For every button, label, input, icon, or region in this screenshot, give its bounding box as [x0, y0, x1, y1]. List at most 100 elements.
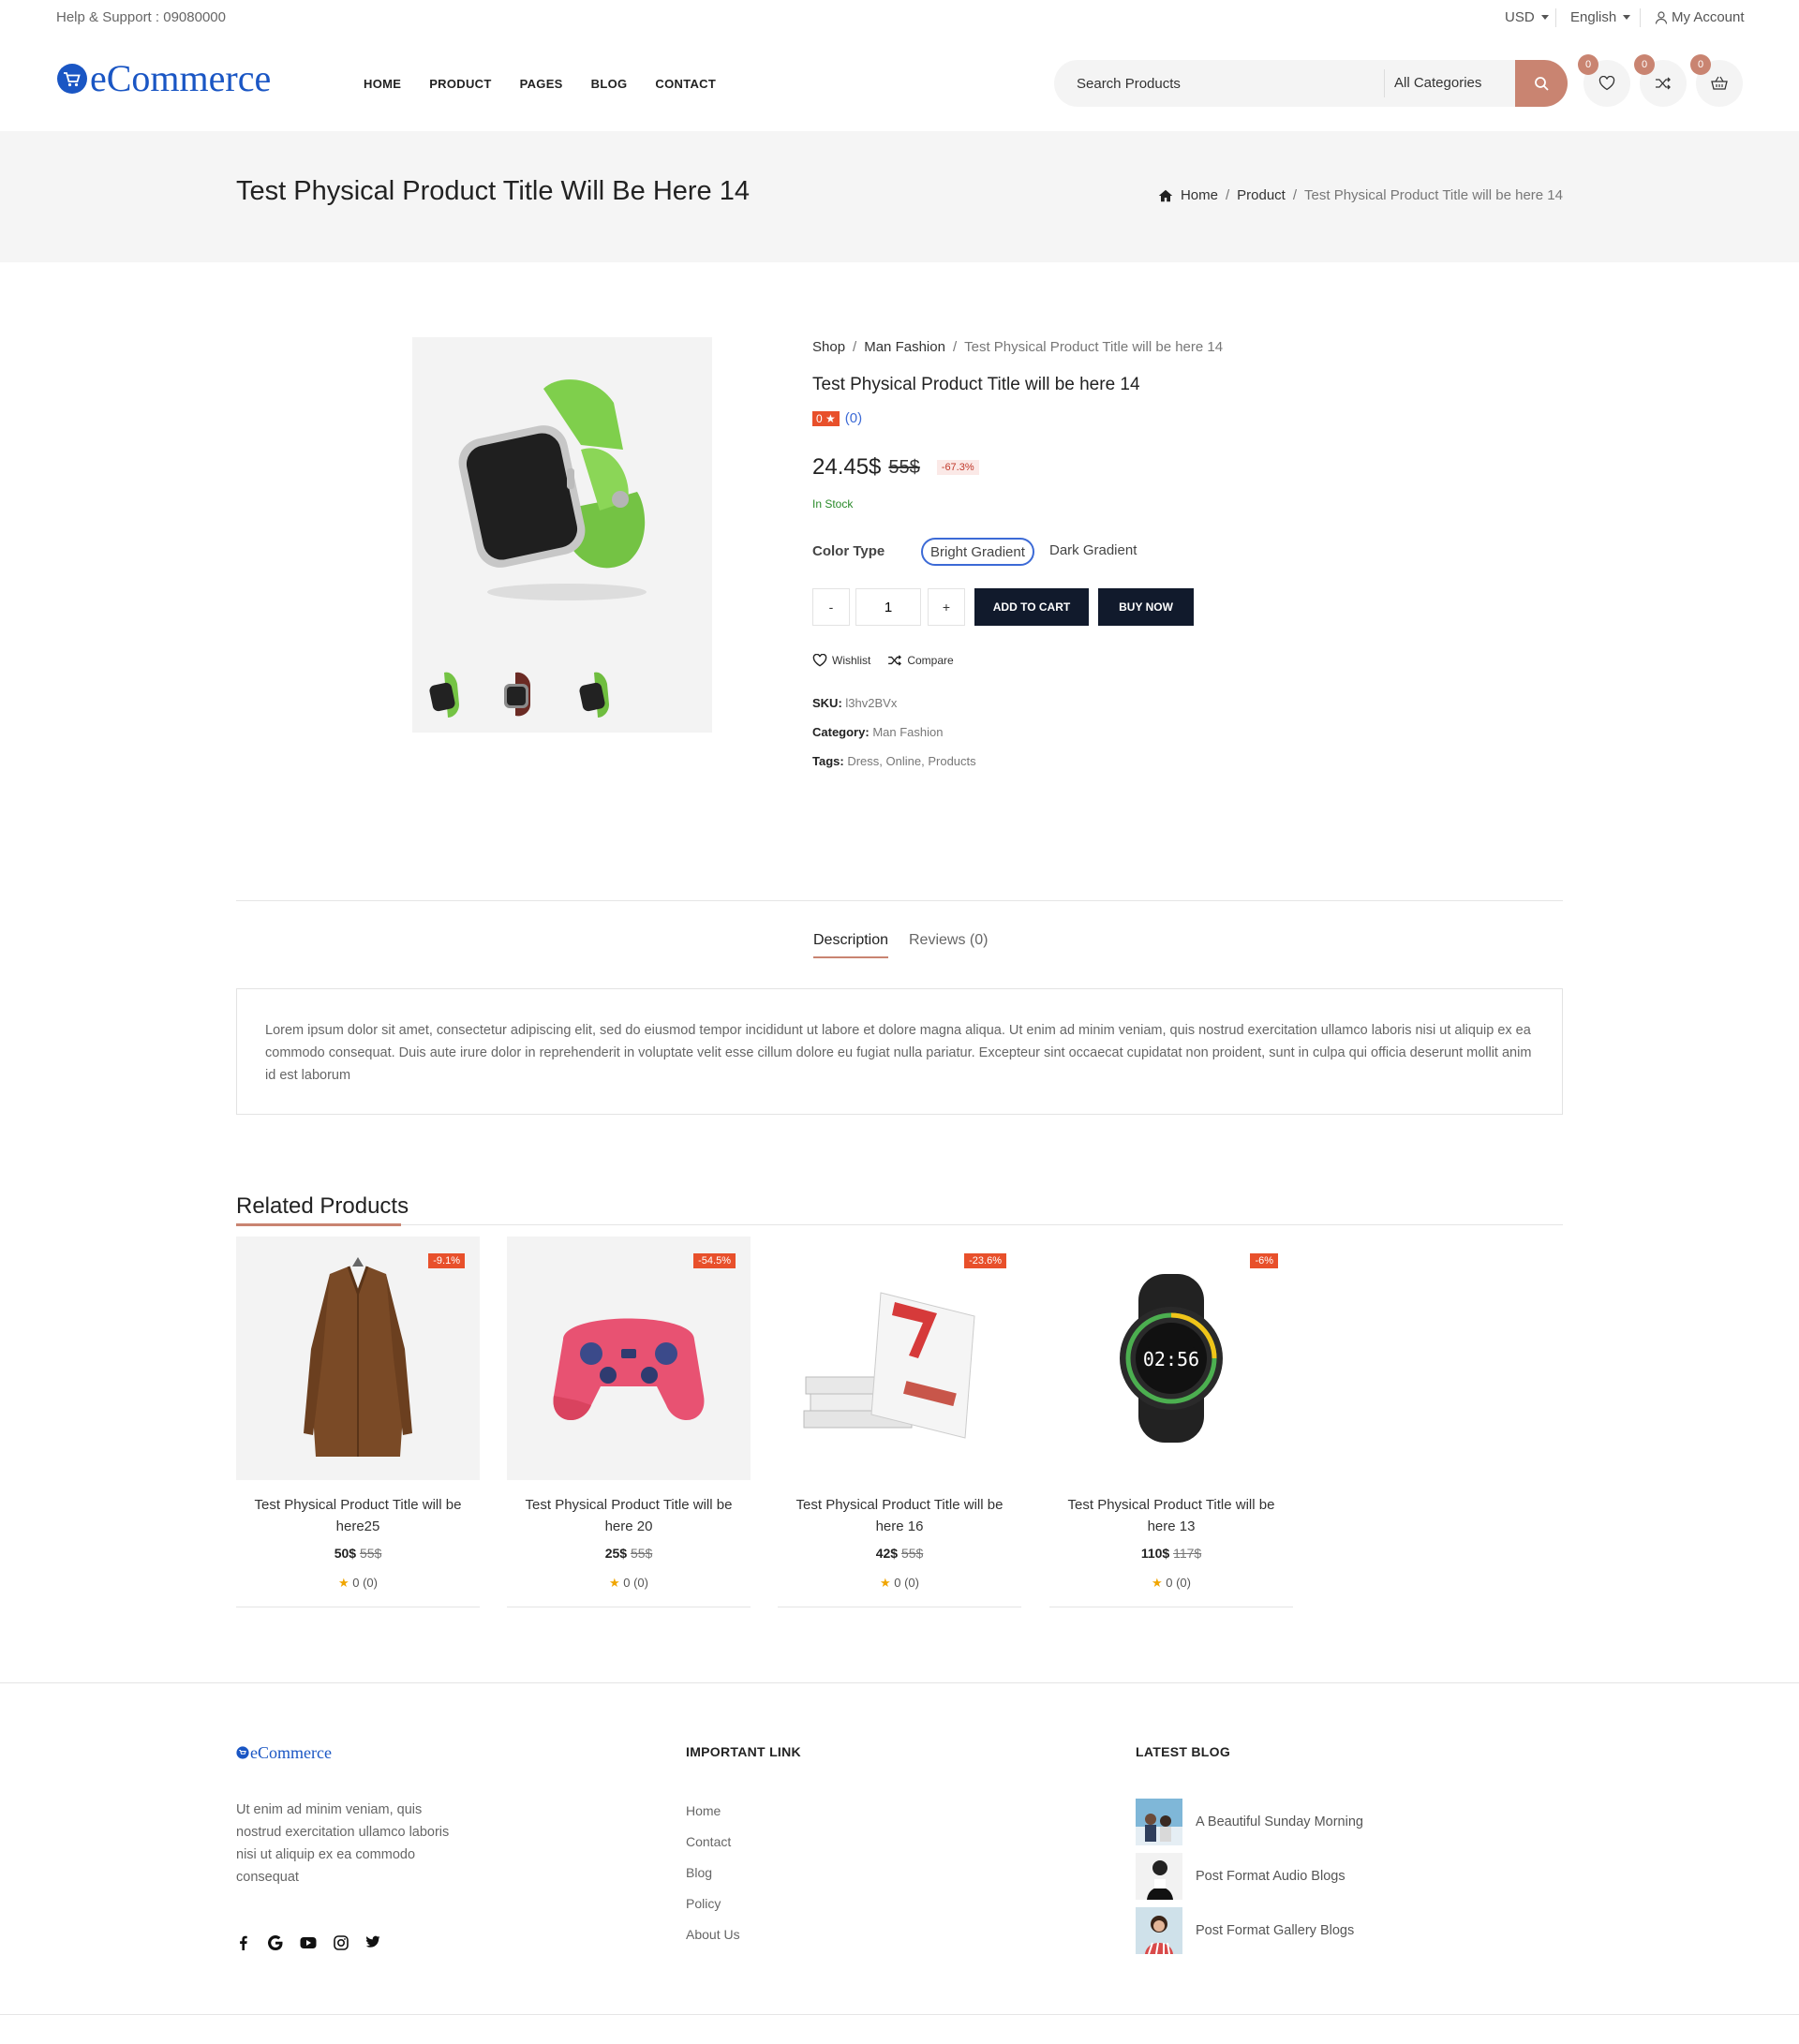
footer-link-blog[interactable]: Blog	[686, 1865, 740, 1880]
blog-item[interactable]: Post Format Gallery Blogs	[1136, 1907, 1354, 1954]
discount-badge: -9.1%	[428, 1253, 465, 1268]
thumbnail-3[interactable]	[562, 667, 630, 723]
footer-link-home[interactable]: Home	[686, 1803, 740, 1818]
description-text: Lorem ipsum dolor sit amet, consectetur …	[265, 1023, 1532, 1083]
search-input[interactable]	[1077, 60, 1386, 107]
rating-count[interactable]: (0)	[845, 410, 862, 426]
rating-value: 0 (0)	[1166, 1576, 1191, 1590]
add-to-cart-button[interactable]: ADD TO CART	[974, 588, 1089, 626]
home-icon	[1158, 189, 1173, 201]
tag-link[interactable]: Online	[886, 754, 922, 768]
qty-increase-button[interactable]: +	[928, 588, 965, 626]
gamepad-image	[553, 1318, 705, 1421]
product-card-title[interactable]: Test Physical Product Title will be here…	[244, 1494, 472, 1537]
product-card-image[interactable]: -23.6%	[778, 1237, 1021, 1480]
footer-link-contact[interactable]: Contact	[686, 1834, 740, 1849]
cart-logo-icon	[57, 64, 87, 94]
tag-link[interactable]: Dress	[847, 754, 879, 768]
footer-logo[interactable]: eCommerce	[236, 1744, 332, 1761]
search-button[interactable]	[1515, 60, 1568, 107]
product-card-title[interactable]: Test Physical Product Title will be here…	[1057, 1494, 1286, 1537]
footer-link-policy[interactable]: Policy	[686, 1896, 740, 1911]
language-selector[interactable]: English	[1570, 9, 1631, 25]
nav-contact[interactable]: CONTACT	[655, 77, 716, 91]
blog-title: Post Format Gallery Blogs	[1196, 1923, 1355, 1938]
product-card-price: 42$ 55$	[778, 1546, 1021, 1561]
cart-button[interactable]: 0	[1690, 54, 1743, 107]
sku-label: SKU:	[812, 696, 842, 710]
current-price: 24.45$	[812, 454, 882, 480]
product-breadcrumb-shop[interactable]: Shop	[812, 339, 845, 355]
nav-blog[interactable]: BLOG	[591, 77, 628, 91]
divider	[1640, 8, 1641, 27]
wishlist-button[interactable]: 0	[1578, 54, 1630, 107]
search-category-select[interactable]: All Categories	[1384, 69, 1481, 97]
product-card-image[interactable]: -9.1%	[236, 1237, 480, 1480]
buy-now-button[interactable]: BUY NOW	[1098, 588, 1194, 626]
color-option-dark-gradient[interactable]: Dark Gradient	[1042, 538, 1144, 566]
main-nav: HOME PRODUCT PAGES BLOG CONTACT	[364, 77, 716, 91]
compare-link[interactable]: Compare	[887, 654, 954, 667]
star-icon: ★	[1151, 1576, 1163, 1590]
old-price-value: 55$	[900, 1546, 924, 1561]
product-card-rating: ★ 0 (0)	[507, 1576, 751, 1591]
product-card-image[interactable]: -54.5%	[507, 1237, 751, 1480]
thumbnail-1[interactable]	[412, 667, 480, 723]
thumbnail-2[interactable]	[487, 667, 555, 723]
tags-label: Tags:	[812, 754, 844, 768]
color-option-bright-gradient[interactable]: Bright Gradient	[921, 538, 1034, 566]
product-card-title[interactable]: Test Physical Product Title will be here…	[785, 1494, 1014, 1537]
old-price-value: 117$	[1173, 1546, 1202, 1561]
product-card[interactable]: -23.6% Test Physical Product Title will …	[778, 1237, 1021, 1607]
tag-link[interactable]: Products	[928, 754, 975, 768]
basket-icon	[1711, 76, 1728, 90]
product-breadcrumb-category[interactable]: Man Fashion	[864, 339, 945, 355]
product-card-image[interactable]: 02:56 -6%	[1049, 1237, 1293, 1480]
qty-decrease-button[interactable]: -	[812, 588, 850, 626]
product-card-title[interactable]: Test Physical Product Title will be here…	[514, 1494, 743, 1537]
qty-input[interactable]	[855, 588, 921, 626]
product-card[interactable]: -9.1% Test Physical Product Title will b…	[236, 1237, 480, 1607]
category-link[interactable]: Man Fashion	[872, 725, 943, 739]
footer-link-about[interactable]: About Us	[686, 1927, 740, 1942]
breadcrumb-product[interactable]: Product	[1237, 187, 1286, 203]
currency-selector[interactable]: USD	[1505, 9, 1549, 25]
nav-product[interactable]: PRODUCT	[429, 77, 491, 91]
product-category: Category: Man Fashion	[812, 725, 943, 739]
nav-pages[interactable]: PAGES	[520, 77, 563, 91]
my-account-link[interactable]: My Account	[1655, 9, 1745, 25]
help-support-text: Help & Support : 09080000	[56, 9, 226, 25]
product-card-price: 110$ 117$	[1049, 1546, 1293, 1561]
product-card[interactable]: 02:56 -6% Test Physical Product Title wi…	[1049, 1237, 1293, 1607]
my-account-label: My Account	[1672, 9, 1745, 25]
site-logo[interactable]: eCommerce	[56, 60, 271, 97]
product-card[interactable]: -54.5% Test Physical Product Title will …	[507, 1237, 751, 1607]
blog-title: A Beautiful Sunday Morning	[1196, 1814, 1363, 1829]
product-card-rating: ★ 0 (0)	[778, 1576, 1021, 1591]
search-bar: All Categories	[1054, 60, 1568, 107]
product-breadcrumb: Shop / Man Fashion / Test Physical Produ…	[812, 339, 1223, 355]
nav-home[interactable]: HOME	[364, 77, 401, 91]
tab-reviews[interactable]: Reviews (0)	[909, 932, 988, 949]
twitter-icon[interactable]	[365, 1935, 380, 1948]
blog-item[interactable]: A Beautiful Sunday Morning	[1136, 1799, 1363, 1845]
compare-button[interactable]: 0	[1634, 54, 1687, 107]
wishlist-link[interactable]: Wishlist	[812, 654, 870, 667]
youtube-icon[interactable]	[300, 1935, 317, 1950]
stock-status: In Stock	[812, 497, 854, 511]
product-main-image[interactable]	[412, 337, 712, 637]
product-rating: 0 ★ (0)	[812, 410, 862, 426]
product-breadcrumb-current: Test Physical Product Title will be here…	[964, 339, 1224, 355]
language-label: English	[1570, 9, 1617, 25]
product-card-price: 25$ 55$	[507, 1546, 751, 1561]
facebook-icon[interactable]	[236, 1935, 251, 1950]
tab-description[interactable]: Description	[813, 932, 889, 958]
blog-photo-audio	[1136, 1853, 1182, 1900]
breadcrumb-home[interactable]: Home	[1181, 187, 1218, 203]
blog-item[interactable]: Post Format Audio Blogs	[1136, 1853, 1346, 1900]
google-icon[interactable]	[268, 1935, 283, 1950]
shuffle-icon	[888, 655, 902, 666]
product-card-price: 50$ 55$	[236, 1546, 480, 1561]
instagram-icon[interactable]	[334, 1935, 349, 1950]
product-card-rating: ★ 0 (0)	[236, 1576, 480, 1591]
